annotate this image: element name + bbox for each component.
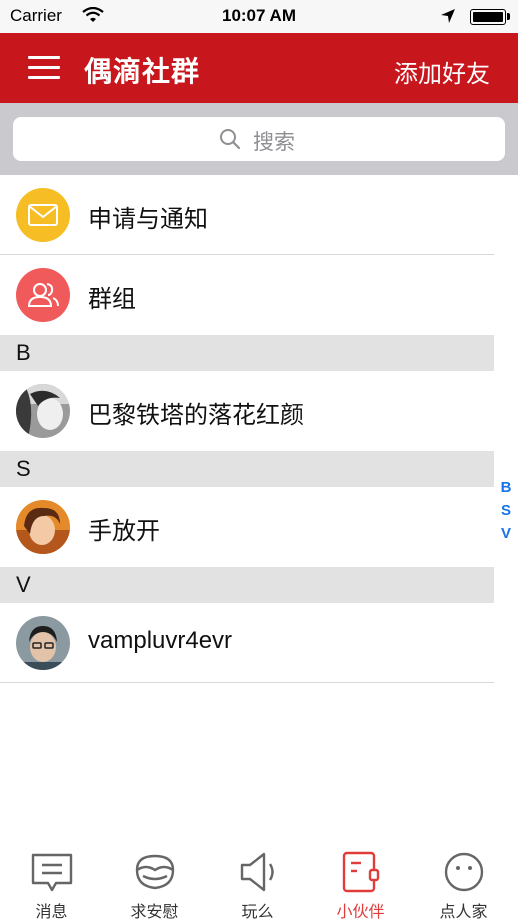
tab-label: 消息 xyxy=(35,904,68,921)
search-placeholder: 搜索 xyxy=(253,131,295,154)
tab-label: 玩么 xyxy=(241,904,274,921)
avatar xyxy=(16,384,70,438)
add-friend-button[interactable]: 添加好友 xyxy=(394,54,490,89)
list-item-groups[interactable]: 群组 xyxy=(0,255,494,335)
contact-row[interactable]: 手放开 xyxy=(0,487,494,567)
tab-buddies[interactable]: 小伙伴 xyxy=(309,840,412,921)
tab-play[interactable]: 玩么 xyxy=(206,840,309,921)
avatar xyxy=(16,500,70,554)
search-area: 搜索 xyxy=(0,103,518,175)
tab-label: 点人家 xyxy=(439,904,488,921)
smiley-icon xyxy=(444,852,484,892)
list-item-label: 群组 xyxy=(88,286,136,313)
contact-name: vampluvr4evr xyxy=(88,627,233,654)
index-letter-v[interactable]: V xyxy=(496,522,516,545)
section-header-label: B xyxy=(16,340,31,365)
list-item-notifications[interactable]: 申请与通知 xyxy=(0,175,494,255)
alphabet-index[interactable]: B S V xyxy=(496,476,516,545)
tab-bar: 消息 求安慰 玩么 小伙伴 点人家 xyxy=(0,840,518,921)
page-title: 偶滴社群 xyxy=(84,56,201,87)
message-icon xyxy=(31,853,73,892)
contact-row[interactable]: 巴黎铁塔的落花红颜 xyxy=(0,371,494,451)
nav-bar: 偶滴社群 添加好友 xyxy=(0,33,518,103)
contact-name: 巴黎铁塔的落花红颜 xyxy=(88,402,304,429)
section-header-b: B xyxy=(0,335,494,371)
contacts-book-icon xyxy=(342,851,380,893)
mask-icon xyxy=(135,854,175,890)
tab-label: 求安慰 xyxy=(130,904,179,921)
tab-like[interactable]: 点人家 xyxy=(412,840,515,921)
section-header-s: S xyxy=(0,451,494,487)
battery-icon xyxy=(470,9,506,25)
section-header-v: V xyxy=(0,567,494,603)
index-letter-b[interactable]: B xyxy=(496,476,516,499)
tab-comfort[interactable]: 求安慰 xyxy=(103,840,206,921)
search-icon xyxy=(220,129,241,150)
menu-icon[interactable] xyxy=(26,53,62,83)
avatar xyxy=(16,616,70,670)
group-icon xyxy=(16,268,70,322)
contact-row[interactable]: vampluvr4evr xyxy=(0,603,494,683)
speaker-icon xyxy=(240,852,274,892)
section-header-label: S xyxy=(16,456,31,481)
tab-label: 小伙伴 xyxy=(336,904,385,921)
status-bar: Carrier 10:07 AM xyxy=(0,0,518,33)
section-header-label: V xyxy=(16,572,31,597)
envelope-icon xyxy=(16,188,70,242)
tab-messages[interactable]: 消息 xyxy=(0,840,103,921)
list-item-label: 申请与通知 xyxy=(88,206,208,233)
divider xyxy=(0,682,494,683)
search-input[interactable]: 搜索 xyxy=(13,117,505,161)
index-letter-s[interactable]: S xyxy=(496,499,516,522)
battery-tip xyxy=(507,13,510,20)
location-arrow-icon xyxy=(441,9,455,23)
contact-name: 手放开 xyxy=(88,518,160,545)
